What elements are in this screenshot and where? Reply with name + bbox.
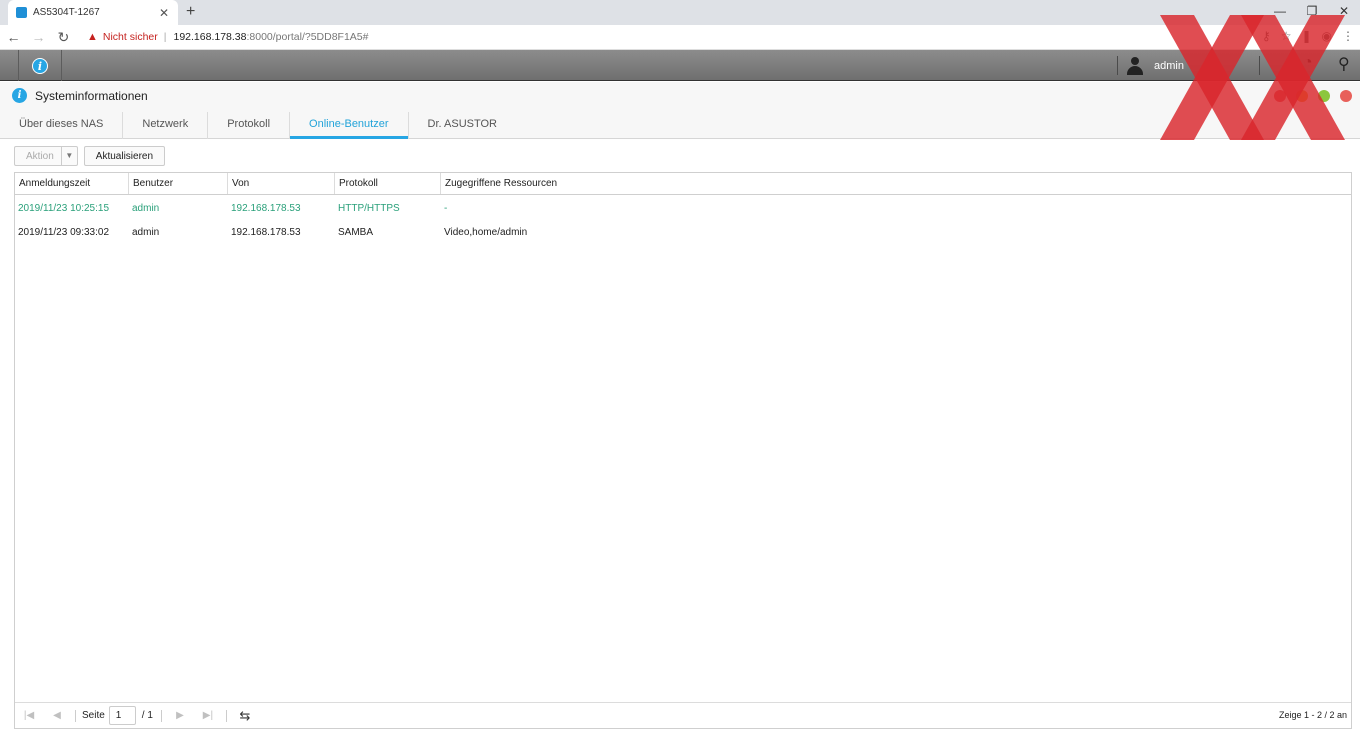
cell-login-time: 2019/11/23 10:25:15: [18, 203, 110, 214]
reload-icon[interactable]: ↻: [52, 29, 75, 46]
key-icon[interactable]: ⚷: [1262, 29, 1271, 43]
cell-user: admin: [132, 203, 160, 214]
page-total: / 1: [141, 710, 153, 721]
window-controls: — ❐ ✕: [1264, 0, 1360, 25]
app-tabs: Über dieses NAS Netzwerk Protokoll Onlin…: [0, 112, 516, 139]
window-header: i Systeminformationen Über dieses NAS Ne…: [0, 82, 1360, 139]
window-title: Systeminformationen: [35, 88, 148, 103]
search-icon[interactable]: ⚲: [1338, 54, 1350, 74]
tab-network[interactable]: Netzwerk: [123, 112, 209, 139]
chevron-down-icon: ▼: [60, 147, 77, 165]
window-dot-2[interactable]: [1296, 90, 1308, 102]
next-page-icon[interactable]: ▶: [166, 710, 194, 721]
favicon-icon: [16, 7, 27, 18]
window-buttons: [1274, 90, 1352, 102]
url-field[interactable]: ▲ Nicht sicher | 192.168.178.38:8000/por…: [87, 31, 368, 43]
restore-icon[interactable]: ❐: [1296, 0, 1328, 25]
tab-dr-asustor[interactable]: Dr. ASUSTOR: [409, 112, 516, 139]
last-page-icon[interactable]: ▶|: [194, 710, 222, 721]
cell-protocol: HTTP/HTTPS: [338, 203, 400, 214]
first-page-icon[interactable]: |◀: [15, 710, 43, 721]
column-header-protocol[interactable]: Protokoll: [335, 173, 441, 194]
pagination-bar: |◀ ◀ Seite 1 / 1 ▶ ▶| ⇆ Zeige 1 - 2 / 2 …: [15, 702, 1351, 728]
app-info-icon: i: [12, 88, 27, 103]
browser-tab[interactable]: AS5304T-1267 ✕: [8, 0, 178, 25]
tab-online-users[interactable]: Online-Benutzer: [290, 112, 409, 139]
window-dot-3[interactable]: [1318, 90, 1330, 102]
table-header: Anmeldungszeit Benutzer Von Protokoll Zu…: [15, 173, 1351, 195]
dashboard-icon[interactable]: ◔: [1303, 54, 1313, 72]
cell-resources: Video,home/admin: [444, 227, 528, 238]
tab-about-nas[interactable]: Über dieses NAS: [0, 112, 124, 139]
user-menu[interactable]: admin: [1117, 56, 1184, 75]
system-info-taskbar-button[interactable]: i: [18, 50, 62, 81]
online-users-table: Anmeldungszeit Benutzer Von Protokoll Zu…: [14, 172, 1352, 729]
browser-tabstrip: AS5304T-1267 ✕ + — ❐ ✕: [0, 0, 1360, 25]
username: admin: [1154, 59, 1184, 72]
refresh-icon[interactable]: ⇆: [231, 708, 259, 724]
star-icon[interactable]: ☆: [1281, 29, 1292, 43]
minimize-icon[interactable]: —: [1264, 0, 1296, 25]
refresh-button[interactable]: Aktualisieren: [83, 146, 166, 166]
tab-title: AS5304T-1267: [33, 7, 100, 18]
column-header-user[interactable]: Benutzer: [129, 173, 228, 194]
cell-user: admin: [132, 227, 160, 238]
column-header-resources[interactable]: Zugegriffene Ressourcen: [441, 173, 1351, 194]
extension-icon[interactable]: ❚: [1301, 29, 1311, 43]
window-title-bar: i Systeminformationen: [12, 88, 148, 103]
tab-log[interactable]: Protokoll: [208, 112, 291, 139]
back-icon[interactable]: ←: [2, 29, 25, 45]
user-icon: [1126, 56, 1144, 75]
table-row[interactable]: 2019/11/23 10:25:15 admin 192.168.178.53…: [15, 197, 1351, 221]
action-button[interactable]: Aktion ▼: [14, 146, 78, 166]
close-window-icon[interactable]: ✕: [1328, 0, 1360, 25]
new-tab-icon[interactable]: +: [186, 3, 195, 21]
pager-divider: [75, 709, 76, 722]
toolbar: Aktion ▼ Aktualisieren: [14, 146, 166, 166]
prev-page-icon[interactable]: ◀: [43, 710, 71, 721]
pager-divider: [225, 709, 227, 722]
column-header-login-time[interactable]: Anmeldungszeit: [15, 173, 129, 194]
insecure-label: Nicht sicher: [102, 31, 158, 43]
adm-taskbar: i admin ◔ ⚲: [0, 50, 1360, 81]
omnibox-separator: |: [163, 31, 167, 43]
action-label: Aktion: [26, 150, 54, 162]
page-label: Seite: [82, 710, 105, 721]
menu-icon[interactable]: ⋮: [1342, 29, 1354, 43]
cell-from: 192.168.178.53: [231, 203, 301, 214]
window-dot-4[interactable]: [1340, 90, 1352, 102]
pager-info: Zeige 1 - 2 / 2 an: [1278, 710, 1347, 720]
warning-icon: ▲: [87, 31, 98, 43]
page-input[interactable]: 1: [108, 706, 136, 725]
column-header-from[interactable]: Von: [228, 173, 335, 194]
cell-login-time: 2019/11/23 09:33:02: [18, 227, 110, 238]
window-dot-1[interactable]: [1274, 90, 1286, 102]
forward-icon[interactable]: →: [27, 29, 50, 45]
browser-extensions: ⚷ ☆ ❚ ◉ ⋮: [1262, 29, 1354, 43]
taskbar-divider: [1259, 56, 1260, 75]
profile-icon[interactable]: ◉: [1322, 29, 1332, 43]
cell-from: 192.168.178.53: [231, 227, 301, 238]
cell-resources: -: [444, 203, 448, 214]
address-bar: ← → ↻ ▲ Nicht sicher | 192.168.178.38:80…: [0, 25, 1360, 50]
cell-protocol: SAMBA: [338, 227, 374, 238]
table-row[interactable]: 2019/11/23 09:33:02 admin 192.168.178.53…: [15, 221, 1351, 245]
pager-divider: [160, 709, 162, 722]
close-tab-icon[interactable]: ✕: [156, 6, 172, 20]
info-icon: i: [32, 57, 48, 74]
url-host: 192.168.178.38: [173, 31, 247, 43]
url-path: :8000/portal/?5DD8F1A5#: [246, 31, 369, 43]
